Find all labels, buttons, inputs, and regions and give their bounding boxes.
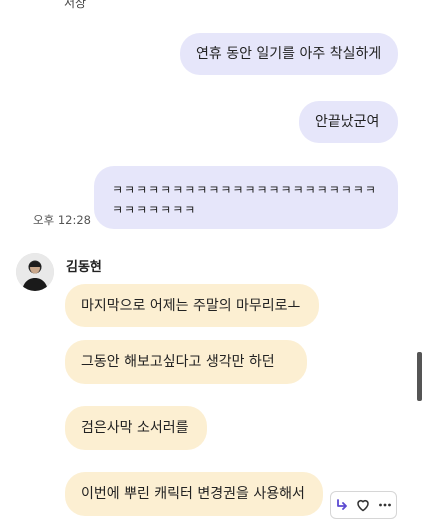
scrollbar-thumb[interactable] bbox=[417, 352, 422, 401]
message-bubble-received[interactable]: 마지막으로 어제는 주말의 마무리로ㅗ bbox=[65, 284, 319, 327]
message-timestamp: 오후 12:28 bbox=[33, 213, 91, 227]
previous-sender-label: 서상 bbox=[64, 0, 87, 10]
message-text: 마지막으로 어제는 주말의 마무리로ㅗ bbox=[81, 297, 301, 314]
heart-icon[interactable] bbox=[353, 495, 373, 515]
message-bubble-received[interactable]: 그동안 해보고싶다고 생각만 하던 bbox=[65, 340, 307, 384]
more-dots-icon[interactable] bbox=[375, 495, 395, 515]
avatar[interactable] bbox=[16, 253, 54, 291]
message-text: 연휴 동안 일기를 아주 착실하게 bbox=[196, 46, 382, 62]
message-bubble-sent[interactable]: 연휴 동안 일기를 아주 착실하게 bbox=[180, 33, 398, 75]
message-bubble-received[interactable]: 검은사막 소서러를 bbox=[65, 406, 207, 450]
sender-name: 김동현 bbox=[66, 260, 102, 275]
message-text: 안끝났군여 bbox=[315, 114, 380, 130]
message-text: 검은사막 소서러를 bbox=[81, 420, 189, 436]
message-actions-toolbar bbox=[330, 491, 397, 519]
message-bubble-sent[interactable]: 안끝났군여 bbox=[299, 101, 398, 143]
message-text: 그동안 해보고싶다고 생각만 하던 bbox=[81, 354, 275, 370]
message-text: ㅋㅋㅋㅋㅋㅋㅋㅋㅋㅋㅋㅋㅋㅋㅋㅋㅋㅋㅋㅋㅋㅋㅋㅋㅋㅋㅋㅋㅋ bbox=[112, 183, 377, 217]
person-photo-icon bbox=[16, 253, 54, 291]
message-bubble-sent[interactable]: ㅋㅋㅋㅋㅋㅋㅋㅋㅋㅋㅋㅋㅋㅋㅋㅋㅋㅋㅋㅋㅋㅋㅋㅋㅋㅋㅋㅋㅋ bbox=[94, 166, 398, 229]
reply-arrow-icon[interactable] bbox=[332, 495, 352, 515]
message-bubble-received[interactable]: 이번에 뿌린 캐릭터 변경권을 사용해서 bbox=[65, 472, 323, 516]
message-text: 이번에 뿌린 캐릭터 변경권을 사용해서 bbox=[81, 486, 305, 502]
